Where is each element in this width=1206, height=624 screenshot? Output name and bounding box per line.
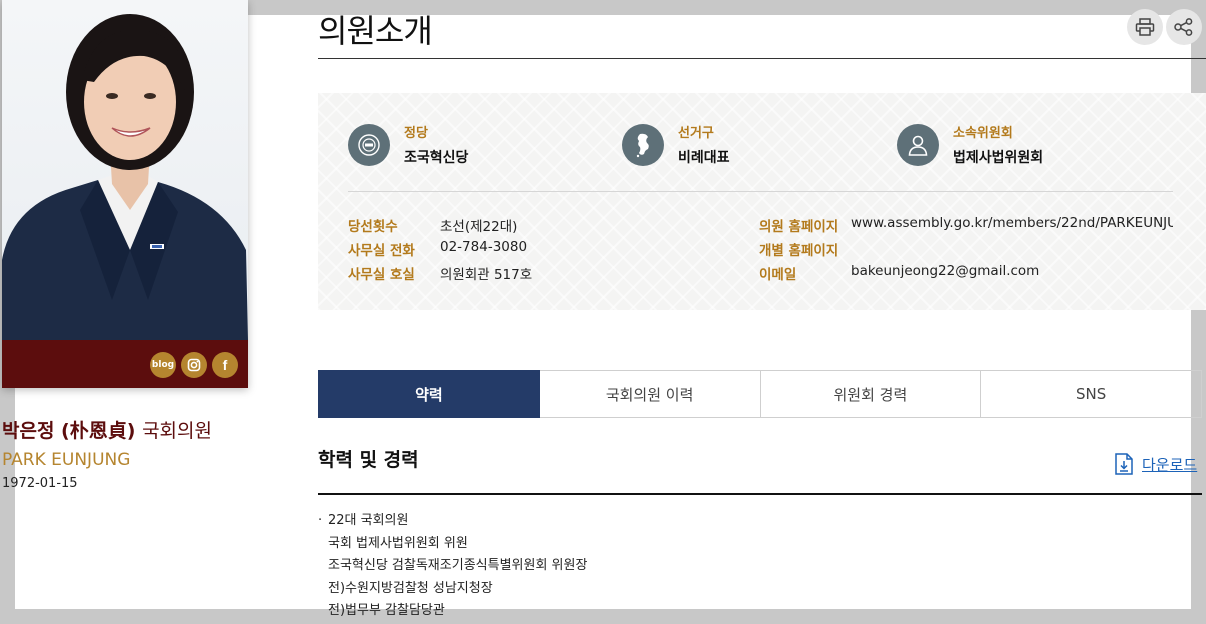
tab-sns[interactable]: SNS [981, 370, 1202, 418]
tab-biography[interactable]: 약력 [318, 370, 540, 418]
email-link[interactable]: bakeunjeong22@gmail.com [851, 263, 1039, 279]
tab-committee-career[interactable]: 위원회 경력 [760, 370, 982, 418]
detail-key: 이메일 [759, 267, 797, 283]
printer-icon [1135, 18, 1155, 36]
person-icon [897, 124, 939, 166]
info-box: 정당 조국혁신당 선거구 비례대표 소속위원회 법제사법위원회 당선횟수 초선(… [318, 93, 1206, 310]
party-emblem-icon [348, 124, 390, 166]
list-item: 전)법무부 감찰담당관 [328, 603, 445, 618]
member-birth: 1972-01-15 [2, 476, 78, 491]
member-name-en: PARK EUNJUNG [2, 450, 131, 470]
print-button[interactable] [1127, 9, 1163, 45]
page-title: 의원소개 [318, 12, 433, 50]
section-title: 학력 및 경력 [318, 449, 419, 471]
profile-card: blog f [2, 0, 248, 388]
info-divider [348, 191, 1173, 192]
section-divider [318, 493, 1202, 495]
fact-party-label: 정당 [404, 126, 428, 141]
details-right: 의원 홈페이지 www.assembly.go.kr/members/22nd/… [759, 215, 1173, 295]
list-item: 조국혁신당 검찰독재조기종식특별위원회 위원장 [328, 558, 588, 573]
fact-district-label: 선거구 [678, 126, 714, 141]
fact-party-value: 조국혁신당 [404, 150, 469, 166]
download-icon [1115, 453, 1133, 475]
career-list: · 22대 국회의원 국회 법제사법위원회 위원 조국혁신당 검찰독재조기종식특… [318, 510, 587, 623]
homepage-link[interactable]: www.assembly.go.kr/members/22nd/PARKEUNJ… [851, 215, 1173, 231]
title-divider [318, 58, 1206, 59]
facebook-icon[interactable]: f [212, 352, 238, 378]
list-item: 전)수원지방검찰청 성남지청장 [328, 580, 493, 596]
fact-committee-label: 소속위원회 [953, 126, 1013, 141]
list-item: 22대 국회의원 [328, 513, 409, 528]
detail-value: 02-784-3080 [440, 239, 528, 255]
detail-key: 의원 홈페이지 [759, 219, 839, 235]
detail-value: 의원회관 517호 [440, 267, 533, 283]
detail-value: 초선(제22대) [440, 219, 518, 235]
download-label: 다운로드 [1142, 455, 1198, 474]
download-button[interactable]: 다운로드 [1114, 453, 1197, 475]
tab-member-history[interactable]: 국회의원 이력 [539, 370, 761, 418]
member-name: 박은정 (朴恩貞) 국회의원 [2, 416, 212, 443]
fact-district-value: 비례대표 [678, 150, 730, 166]
detail-key: 개별 홈페이지 [759, 243, 839, 259]
detail-key: 사무실 호실 [348, 267, 415, 283]
blog-link[interactable]: blog [150, 352, 176, 378]
member-name-ko: 박은정 (朴恩貞) [2, 420, 136, 442]
list-item: 국회 법제사법위원회 위원 [328, 535, 468, 551]
korea-map-icon [622, 124, 664, 166]
list-bullet: · [318, 513, 323, 528]
instagram-icon[interactable] [181, 352, 207, 378]
detail-key: 사무실 전화 [348, 243, 415, 259]
tab-bar: 약력 국회의원 이력 위원회 경력 SNS [318, 370, 1202, 418]
member-title: 국회의원 [142, 420, 212, 442]
detail-key: 당선횟수 [348, 219, 398, 235]
profile-photo [2, 0, 248, 340]
social-bar: blog f [2, 340, 248, 388]
share-button[interactable] [1166, 9, 1202, 45]
share-icon [1174, 18, 1193, 36]
fact-committee-value: 법제사법위원회 [953, 150, 1044, 166]
